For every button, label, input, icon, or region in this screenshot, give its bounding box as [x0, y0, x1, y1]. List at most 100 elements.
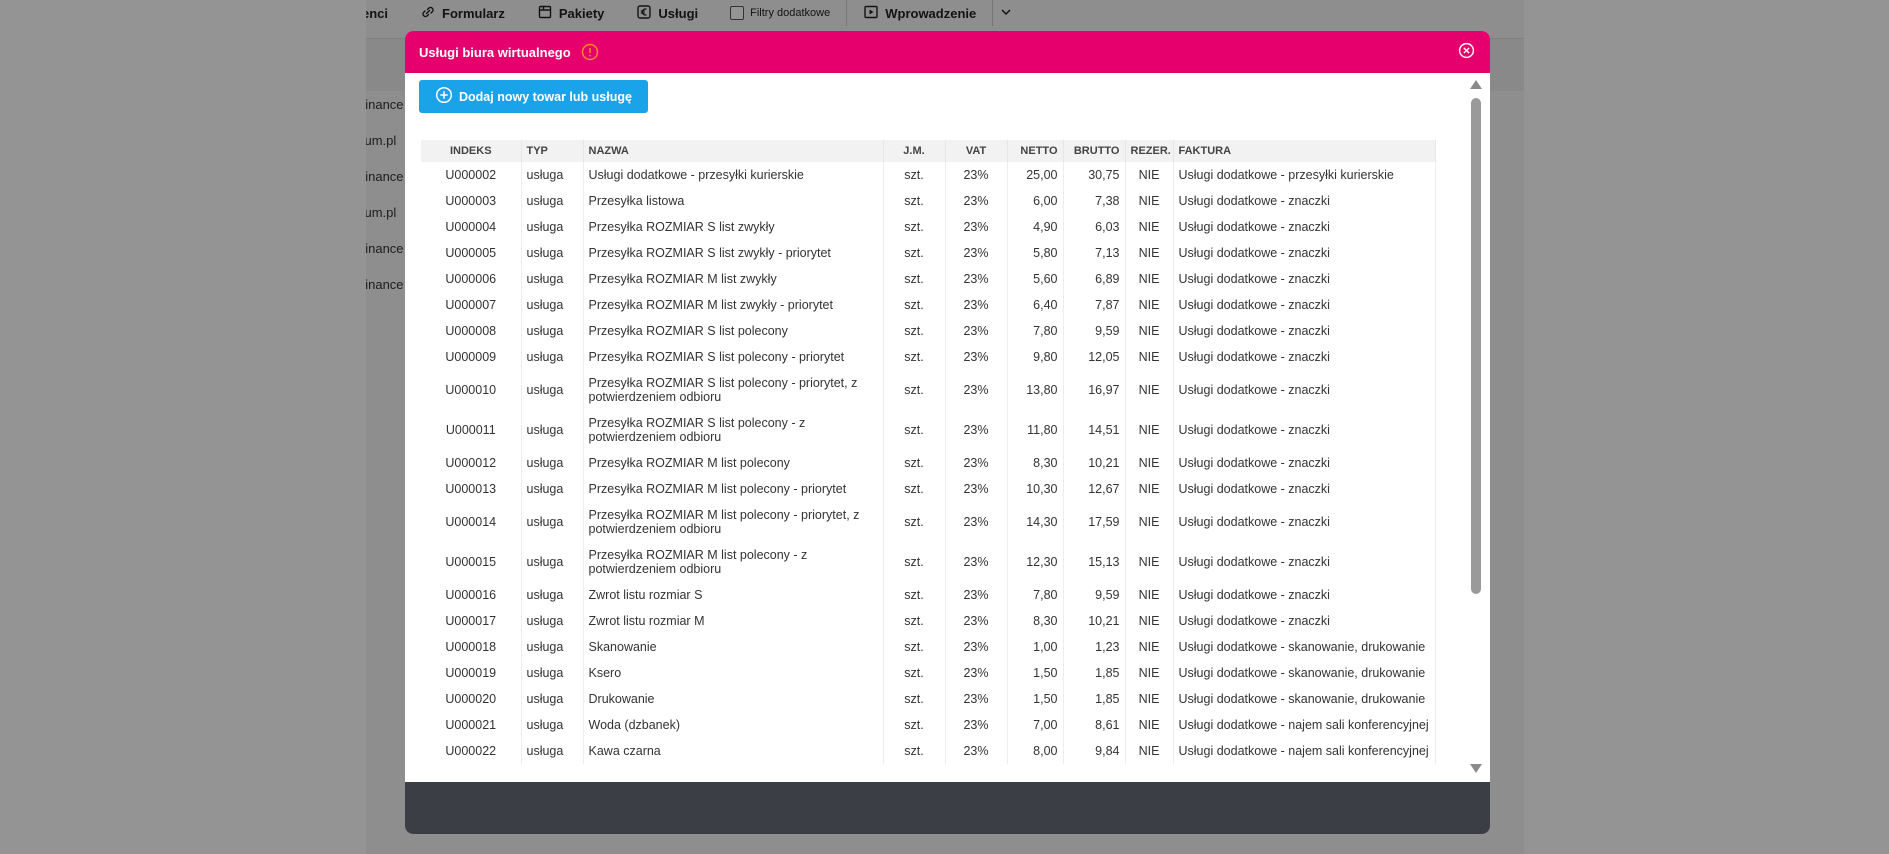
- cell-jm: szt.: [883, 450, 946, 476]
- table-row[interactable]: U000004 usługa Przesyłka ROZMIAR S list zw…: [421, 214, 1436, 240]
- cell-brutto: 6,89: [1063, 266, 1126, 292]
- scroll-down-icon[interactable]: [1470, 764, 1482, 773]
- cell-faktura: Usługi dodatkowe - znaczki: [1173, 266, 1436, 292]
- table-row[interactable]: U000022 usługa Kawa czarna szt. 23% 8,00 9,84 N…: [421, 738, 1436, 764]
- cell-jm: szt.: [883, 582, 946, 608]
- cell-jm: szt.: [883, 608, 946, 634]
- table-row[interactable]: U000009 usługa Przesyłka ROZMIAR S list po…: [421, 344, 1436, 370]
- cell-typ: usługa: [521, 188, 584, 214]
- cell-indeks: U000009: [421, 344, 522, 370]
- cell-faktura: Usługi dodatkowe - znaczki: [1173, 450, 1436, 476]
- cell-rezer: NIE: [1125, 240, 1174, 266]
- cell-nazwa: Przesyłka ROZMIAR M list zwykły - priory…: [583, 292, 884, 318]
- cell-netto: 1,50: [1007, 686, 1064, 712]
- table-row[interactable]: U000010 usługa Przesyłka ROZMIAR S list po…: [421, 370, 1436, 410]
- column-header-jm[interactable]: J.M.: [883, 140, 946, 162]
- cell-vat: 23%: [945, 686, 1008, 712]
- cell-jm: szt.: [883, 542, 946, 582]
- table-row[interactable]: U000016 usługa Zwrot listu rozmiar Sszt. 23…: [421, 582, 1436, 608]
- cell-rezer: NIE: [1125, 476, 1174, 502]
- info-icon[interactable]: [581, 43, 599, 61]
- cell-indeks: U000017: [421, 608, 522, 634]
- column-header-typ[interactable]: TYP: [521, 140, 584, 162]
- table-row[interactable]: U000013 usługa Przesyłka ROZMIAR M list po…: [421, 476, 1436, 502]
- scrollbar-thumb[interactable]: [1471, 98, 1481, 594]
- column-header-vat[interactable]: VAT: [945, 140, 1008, 162]
- cell-typ: usługa: [521, 738, 584, 764]
- cell-typ: usługa: [521, 410, 584, 450]
- cell-indeks: U000015: [421, 542, 522, 582]
- cell-typ: usługa: [521, 240, 584, 266]
- table-row[interactable]: U000019 usługa Ksero szt. 23% 1,50 1,85 NIE Usłu…: [421, 660, 1436, 686]
- cell-brutto: 9,84: [1063, 738, 1126, 764]
- cell-vat: 23%: [945, 476, 1008, 502]
- close-button[interactable]: [1456, 42, 1476, 62]
- cell-jm: szt.: [883, 660, 946, 686]
- table-row[interactable]: U000012 usługa Przesyłka ROZMIAR M list po…: [421, 450, 1436, 476]
- column-header-netto[interactable]: NETTO: [1007, 140, 1064, 162]
- cell-faktura: Usługi dodatkowe - znaczki: [1173, 502, 1436, 542]
- cell-typ: usługa: [521, 608, 584, 634]
- cell-brutto: 12,67: [1063, 476, 1126, 502]
- cell-jm: szt.: [883, 162, 946, 188]
- cell-brutto: 7,13: [1063, 240, 1126, 266]
- cell-nazwa: Drukowanie: [583, 686, 884, 712]
- cell-netto: 14,30: [1007, 502, 1064, 542]
- table-row[interactable]: U000021 usługa Woda (dzbanek) szt. 23% 7,00 8,…: [421, 712, 1436, 738]
- cell-netto: 4,90: [1007, 214, 1064, 240]
- cell-jm: szt.: [883, 344, 946, 370]
- cell-indeks: U000006: [421, 266, 522, 292]
- cell-typ: usługa: [521, 542, 584, 582]
- column-header-brutto[interactable]: BRUTTO: [1063, 140, 1126, 162]
- cell-indeks: U000003: [421, 188, 522, 214]
- table-row[interactable]: U000006 usługa Przesyłka ROZMIAR M list zw…: [421, 266, 1436, 292]
- cell-typ: usługa: [521, 582, 584, 608]
- vertical-scrollbar[interactable]: [1470, 78, 1482, 775]
- table-row[interactable]: U000014 usługa Przesyłka ROZMIAR M list po…: [421, 502, 1436, 542]
- scroll-up-icon[interactable]: [1470, 80, 1482, 89]
- column-header-faktura[interactable]: FAKTURA: [1173, 140, 1436, 162]
- column-header-nazwa[interactable]: NAZWA: [583, 140, 884, 162]
- cell-nazwa: Przesyłka ROZMIAR S list polecony - prio…: [583, 344, 884, 370]
- cell-typ: usługa: [521, 370, 584, 410]
- column-header-rezer[interactable]: REZER.: [1125, 140, 1174, 162]
- cell-netto: 7,80: [1007, 582, 1064, 608]
- cell-brutto: 1,23: [1063, 634, 1126, 660]
- cell-rezer: NIE: [1125, 502, 1174, 542]
- cell-indeks: U000004: [421, 214, 522, 240]
- services-modal: Usługi biura wirtualnego Dodaj nowy towa…: [405, 31, 1490, 834]
- cell-faktura: Usługi dodatkowe - znaczki: [1173, 476, 1436, 502]
- cell-rezer: NIE: [1125, 214, 1174, 240]
- cell-jm: szt.: [883, 370, 946, 410]
- table-row[interactable]: U000015 usługa Przesyłka ROZMIAR M list po…: [421, 542, 1436, 582]
- table-row[interactable]: U000011 usługa Przesyłka ROZMIAR S list po…: [421, 410, 1436, 450]
- cell-nazwa: Przesyłka ROZMIAR S list polecony - prio…: [583, 370, 884, 410]
- cell-faktura: Usługi dodatkowe - najem sali konferency…: [1173, 738, 1436, 764]
- cell-brutto: 9,59: [1063, 318, 1126, 344]
- cell-rezer: NIE: [1125, 344, 1174, 370]
- cell-nazwa: Przesyłka listowa: [583, 188, 884, 214]
- table-row[interactable]: U000018 usługa Skanowanie szt. 23% 1,00 1,23 NI…: [421, 634, 1436, 660]
- table-row[interactable]: U000007 usługa Przesyłka ROZMIAR M list zw…: [421, 292, 1436, 318]
- table-row[interactable]: U000002 usługa Usługi dodatkowe - przesyłk…: [421, 162, 1436, 188]
- cell-typ: usługa: [521, 450, 584, 476]
- cell-nazwa: Przesyłka ROZMIAR S list zwykły - priory…: [583, 240, 884, 266]
- cell-faktura: Usługi dodatkowe - skanowanie, drukowani…: [1173, 660, 1436, 686]
- table-row[interactable]: U000008 usługa Przesyłka ROZMIAR S list po…: [421, 318, 1436, 344]
- table-row[interactable]: U000017 usługa Zwrot listu rozmiar Mszt. 23…: [421, 608, 1436, 634]
- cell-brutto: 10,21: [1063, 608, 1126, 634]
- cell-rezer: NIE: [1125, 660, 1174, 686]
- table-row[interactable]: U000005 usługa Przesyłka ROZMIAR S list zw…: [421, 240, 1436, 266]
- cell-nazwa: Przesyłka ROZMIAR S list zwykły: [583, 214, 884, 240]
- table-row[interactable]: U000003 usługa Przesyłka listowa szt. 23% 6,0…: [421, 188, 1436, 214]
- cell-brutto: 9,59: [1063, 582, 1126, 608]
- cell-typ: usługa: [521, 318, 584, 344]
- column-header-indeks[interactable]: INDEKS: [421, 140, 522, 162]
- cell-typ: usługa: [521, 266, 584, 292]
- cell-netto: 1,00: [1007, 634, 1064, 660]
- table-row[interactable]: U000020 usługa Drukowanie szt. 23% 1,50 1,85 NI…: [421, 686, 1436, 712]
- add-item-button[interactable]: Dodaj nowy towar lub usługę: [419, 80, 648, 113]
- cell-rezer: NIE: [1125, 450, 1174, 476]
- cell-brutto: 1,85: [1063, 686, 1126, 712]
- cell-indeks: U000008: [421, 318, 522, 344]
